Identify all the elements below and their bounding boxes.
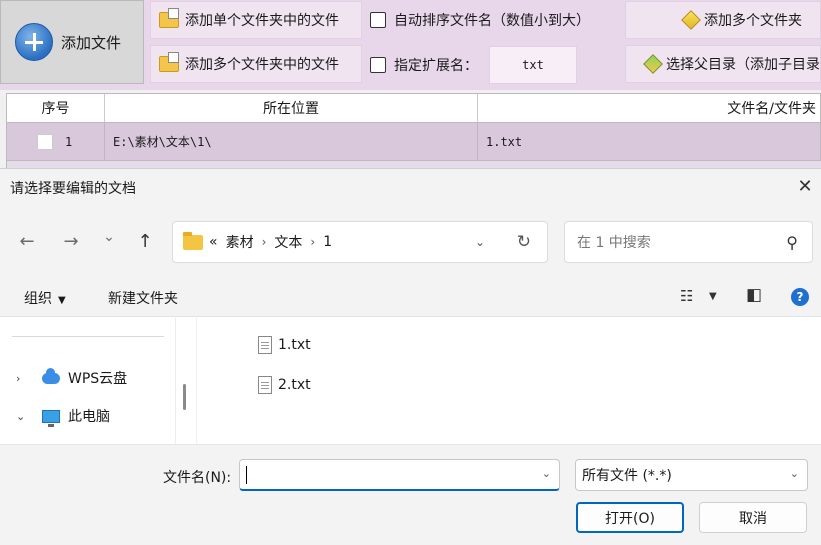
app-toolbar: 添加文件 添加单个文件夹中的文件 添加多个文件夹中的文件 自动排序文件名（数值小… [0, 0, 821, 90]
divider [12, 336, 164, 337]
organize-label: 组织 [24, 291, 52, 307]
breadcrumb-item[interactable]: 1 [323, 234, 332, 250]
add-multi-folders-label: 添加多个文件夹 [704, 13, 802, 29]
chevron-down-icon[interactable]: ⌄ [790, 467, 799, 480]
chevron-right-icon[interactable]: › [16, 372, 30, 385]
add-multi-folder-files-button[interactable]: 添加多个文件夹中的文件 [150, 45, 362, 83]
file-name: 2.txt [278, 377, 311, 393]
row-checkbox[interactable] [37, 133, 53, 150]
chevron-down-icon[interactable]: ⌄ [16, 410, 30, 423]
column-header-index[interactable]: 序号 [7, 94, 105, 122]
gem-icon [643, 54, 663, 74]
row-location: E:\素材\文本\1\ [105, 123, 478, 160]
folder-icon [159, 52, 179, 72]
column-header-location[interactable]: 所在位置 [105, 94, 478, 122]
row-index: 1 [65, 134, 73, 149]
choose-parent-dir-button[interactable]: 选择父目录（添加子目录 [625, 45, 821, 83]
row-index-cell: 1 [7, 123, 105, 160]
navigation-pane: › WPS云盘 ⌄ 此电脑 [0, 318, 176, 444]
computer-icon [42, 409, 60, 427]
open-button[interactable]: 打开(O) [576, 502, 684, 533]
caret-down-icon[interactable]: ▼ [709, 291, 717, 302]
nav-item-this-pc[interactable]: ⌄ 此电脑 [16, 406, 110, 427]
search-icon[interactable]: ⚲ [786, 233, 798, 252]
file-item[interactable]: 1.txt [258, 336, 311, 354]
chevron-right-icon[interactable]: › [310, 235, 315, 249]
scrollbar-thumb[interactable] [183, 384, 186, 410]
view-options-icon[interactable]: ☷ [680, 287, 693, 305]
column-header-filename[interactable]: 文件名/文件夹 [478, 94, 820, 122]
filename-input[interactable]: ⌄ [239, 459, 560, 491]
chevron-down-icon[interactable]: ⌄ [475, 235, 485, 249]
breadcrumb-item[interactable]: 素材 [226, 232, 254, 252]
auto-sort-label: 自动排序文件名（数值小到大） [394, 13, 590, 29]
nav-item-label: 此电脑 [68, 409, 110, 425]
add-icon [15, 23, 53, 61]
file-item[interactable]: 2.txt [258, 376, 311, 394]
add-single-folder-label: 添加单个文件夹中的文件 [185, 13, 339, 29]
dialog-titlebar: 请选择要编辑的文档 ✕ [0, 169, 821, 207]
search-placeholder: 在 1 中搜索 [577, 235, 651, 251]
ext-checkbox[interactable]: 指定扩展名： [370, 55, 478, 75]
text-cursor [246, 465, 247, 484]
path-overflow[interactable]: « [209, 234, 218, 250]
filetype-value: 所有文件 (*.*) [582, 468, 672, 484]
add-single-folder-button[interactable]: 添加单个文件夹中的文件 [150, 1, 362, 39]
dialog-title: 请选择要编辑的文档 [10, 181, 136, 197]
folder-icon [183, 231, 203, 250]
chevron-right-icon[interactable]: › [262, 235, 267, 249]
preview-pane-icon[interactable]: ◧ [746, 285, 762, 305]
gem-icon [681, 10, 701, 30]
folder-icon [159, 8, 179, 28]
checkbox-box[interactable] [370, 57, 386, 73]
organize-menu[interactable]: 组织 ▼ [24, 288, 66, 308]
dialog-footer: 文件名(N): ⌄ 所有文件 (*.*) ⌄ 打开(O) 取消 [0, 444, 821, 545]
new-folder-button[interactable]: 新建文件夹 [108, 288, 178, 308]
nav-item-label: WPS云盘 [68, 371, 128, 387]
row-filename: 1.txt [486, 134, 523, 149]
breadcrumb-item[interactable]: 文本 [274, 232, 302, 252]
back-arrow-icon[interactable]: ← [16, 231, 38, 252]
close-icon[interactable]: ✕ [795, 177, 815, 197]
help-icon[interactable]: ? [791, 288, 809, 306]
add-file-button[interactable]: 添加文件 [0, 0, 144, 84]
address-bar[interactable]: « 素材 › 文本 › 1 ⌄ ↻ [172, 221, 548, 263]
filename-label: 文件名(N): [163, 470, 232, 486]
add-multi-folders-button[interactable]: 添加多个文件夹 [625, 1, 821, 39]
ext-input[interactable]: txt [489, 46, 577, 84]
text-file-icon [258, 376, 272, 394]
recent-locations-chevron-icon[interactable]: ⌄ [98, 229, 120, 245]
choose-parent-label: 选择父目录（添加子目录 [666, 57, 820, 73]
cancel-button[interactable]: 取消 [699, 502, 807, 533]
chevron-down-icon[interactable]: ⌄ [542, 467, 551, 480]
caret-down-icon: ▼ [58, 295, 66, 306]
add-multi-folder-label: 添加多个文件夹中的文件 [185, 57, 339, 73]
table-row[interactable]: 1 E:\素材\文本\1\ 1.txt [6, 123, 821, 161]
cloud-icon [42, 367, 60, 384]
ext-label: 指定扩展名： [394, 58, 478, 74]
dialog-body: › WPS云盘 ⌄ 此电脑 1.txt 2.txt [0, 318, 821, 444]
command-bar: 组织 ▼ 新建文件夹 ☷ ▼ ◧ ? [0, 277, 821, 317]
add-file-label: 添加文件 [61, 33, 122, 52]
pane-divider[interactable] [196, 318, 197, 444]
checkbox-box[interactable] [370, 12, 386, 28]
navigation-bar: ← → ⌄ ↑ « 素材 › 文本 › 1 ⌄ ↻ 在 1 中搜索 ⚲ [0, 207, 821, 277]
file-name: 1.txt [278, 337, 311, 353]
forward-arrow-icon[interactable]: → [60, 231, 82, 252]
text-file-icon [258, 336, 272, 354]
open-file-dialog: 请选择要编辑的文档 ✕ ← → ⌄ ↑ « 素材 › 文本 › 1 ⌄ ↻ 在 … [0, 168, 821, 545]
filetype-select[interactable]: 所有文件 (*.*) ⌄ [575, 459, 808, 491]
nav-item-wps-cloud[interactable]: › WPS云盘 [16, 367, 128, 388]
search-input[interactable]: 在 1 中搜索 ⚲ [564, 221, 813, 263]
table-header: 序号 所在位置 文件名/文件夹 [6, 93, 821, 123]
up-arrow-icon[interactable]: ↑ [134, 231, 156, 252]
auto-sort-checkbox[interactable]: 自动排序文件名（数值小到大） [370, 10, 590, 30]
refresh-icon[interactable]: ↻ [517, 232, 531, 252]
